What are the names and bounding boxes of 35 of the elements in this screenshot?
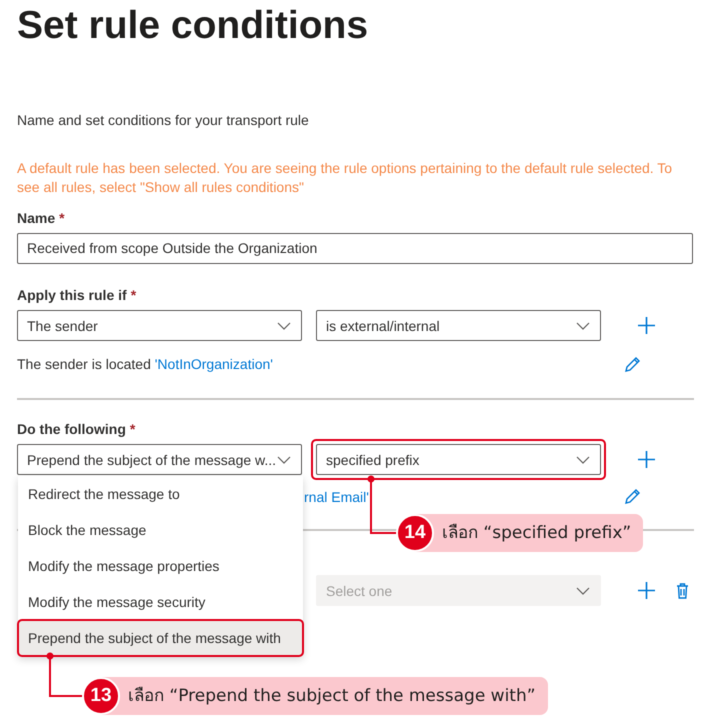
add-icon[interactable] [638, 317, 655, 334]
required-mark: * [59, 209, 65, 228]
page-description: Name and set conditions for your transport rule [17, 111, 309, 130]
default-rule-notice: A default rule has been selected. You are seeing the rule options pertaining to the default rule selected. To see all rules, select "Show all rules conditions" [17, 159, 674, 197]
field-label: Do the following [17, 420, 126, 439]
dropdown-field[interactable]: is external/internal [316, 310, 601, 341]
menu-option[interactable]: Block the message [18, 512, 303, 548]
menu-option[interactable]: Modify the message security [18, 584, 303, 620]
dropdown-field[interactable]: The sender [17, 310, 302, 341]
condition-link[interactable]: 'NotInOrganization' [154, 356, 273, 372]
add-icon[interactable] [638, 451, 655, 468]
add-icon[interactable] [638, 582, 655, 599]
pencil-icon[interactable] [624, 488, 641, 505]
name-input[interactable]: Received from scope Outside the Organization [17, 233, 693, 264]
trash-icon[interactable] [674, 582, 691, 599]
page-title: Set rule conditions [17, 3, 368, 49]
chevron-down-icon [277, 456, 291, 464]
dropdown-field[interactable]: specified prefix [316, 444, 601, 475]
required-mark: * [130, 420, 136, 439]
field-label: Name [17, 209, 56, 228]
field-label: Apply this rule if [17, 286, 127, 305]
required-mark: * [130, 286, 136, 305]
pencil-icon[interactable] [624, 356, 641, 372]
menu-option[interactable]: Redirect the message to [18, 476, 303, 512]
dropdown-field: Select one [316, 575, 601, 606]
chevron-down-icon [277, 322, 291, 330]
chevron-down-icon [576, 586, 590, 594]
step-number: 14 [396, 514, 434, 552]
action-link[interactable]: rnal Email' [304, 488, 369, 504]
step-number: 13 [82, 677, 120, 715]
chevron-down-icon [576, 456, 590, 464]
menu-option[interactable]: Prepend the subject of the message with [18, 620, 303, 656]
chevron-down-icon [576, 322, 590, 330]
menu-option[interactable]: Modify the message properties [18, 548, 303, 584]
condition-summary: The sender is located 'NotInOrganization' [17, 355, 273, 374]
